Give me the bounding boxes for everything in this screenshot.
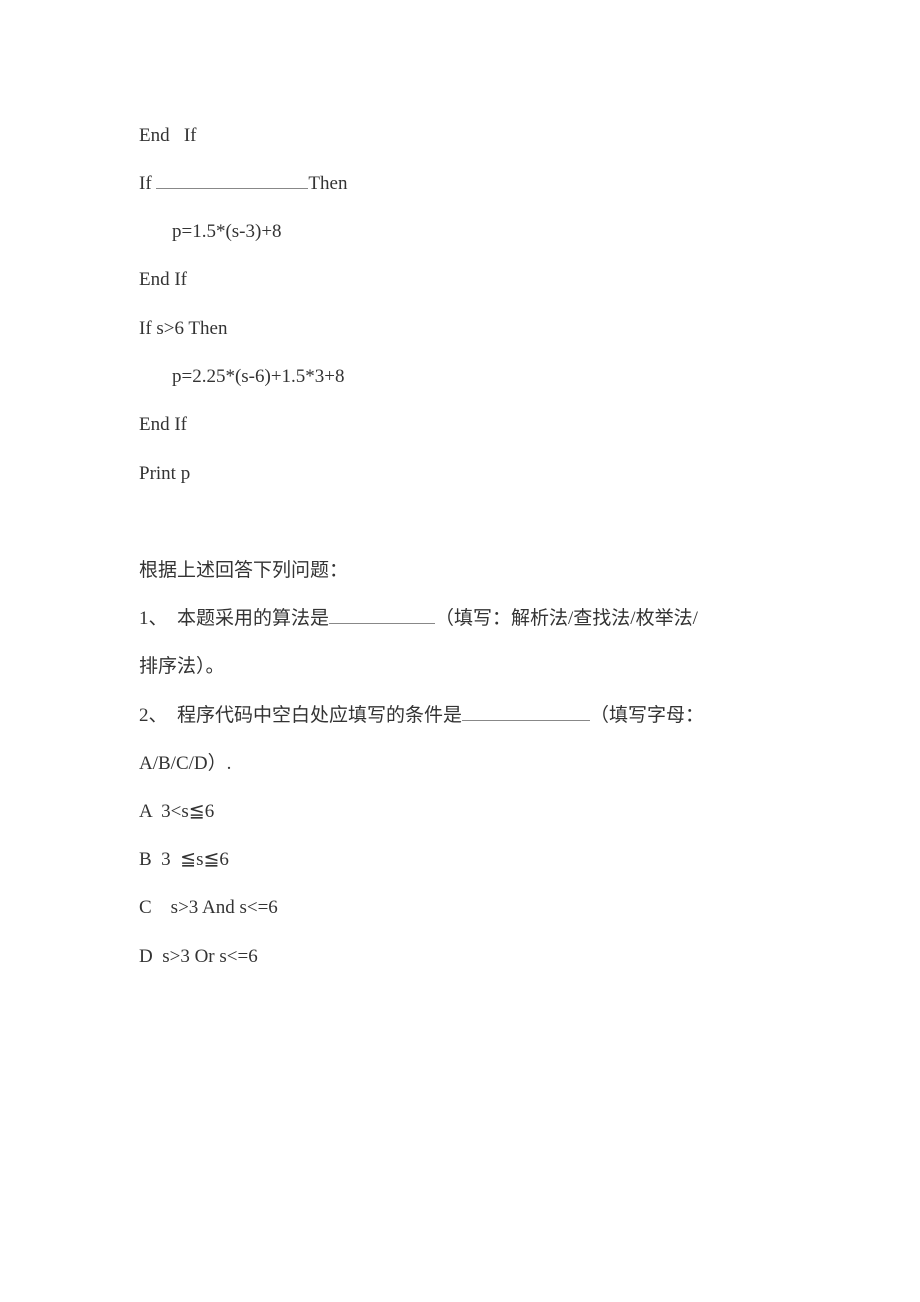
question-2: 2、 程序代码中空白处应填写的条件是 （填写字母： xyxy=(139,704,704,728)
question-2-blank xyxy=(462,704,591,721)
question-2-hint: （填写字母： xyxy=(590,705,705,726)
question-2-text: 2、 程序代码中空白处应填写的条件是 xyxy=(139,705,463,726)
option-c: C s>3 And s<=6 xyxy=(139,897,278,918)
question-1-text: 1、 本题采用的算法是 xyxy=(139,608,330,629)
code-line-end-if: End If xyxy=(139,269,188,290)
question-1-hint: （填写：解析法/查找法/枚举法/ xyxy=(435,608,698,629)
question-1-blank xyxy=(329,607,436,624)
question-1-continued: 排序法）。 xyxy=(139,656,225,677)
code-then-keyword: Then xyxy=(308,173,348,194)
code-line-assign-1: p=1.5*(s-3)+8 xyxy=(172,221,282,242)
code-line-if-s-gt-6: If s>6 Then xyxy=(139,318,228,339)
code-line-end-if: End If xyxy=(139,125,197,146)
question-2-continued: A/B/C/D）. xyxy=(139,753,232,774)
code-blank xyxy=(156,172,309,189)
code-line-print: Print p xyxy=(139,463,191,484)
question-1: 1、 本题采用的算法是 （填写：解析法/查找法/枚举法/ xyxy=(139,607,698,631)
code-line-end-if: End If xyxy=(139,414,188,435)
option-b: B 3 ≦s≦6 xyxy=(139,849,229,870)
option-a: A 3<s≦6 xyxy=(139,801,215,822)
code-line-if-blank: If Then xyxy=(139,172,347,196)
code-if-keyword: If xyxy=(139,173,157,194)
questions-intro: 根据上述回答下列问题： xyxy=(139,560,349,581)
code-line-assign-2: p=2.25*(s-6)+1.5*3+8 xyxy=(172,366,345,387)
option-d: D s>3 Or s<=6 xyxy=(139,946,258,967)
